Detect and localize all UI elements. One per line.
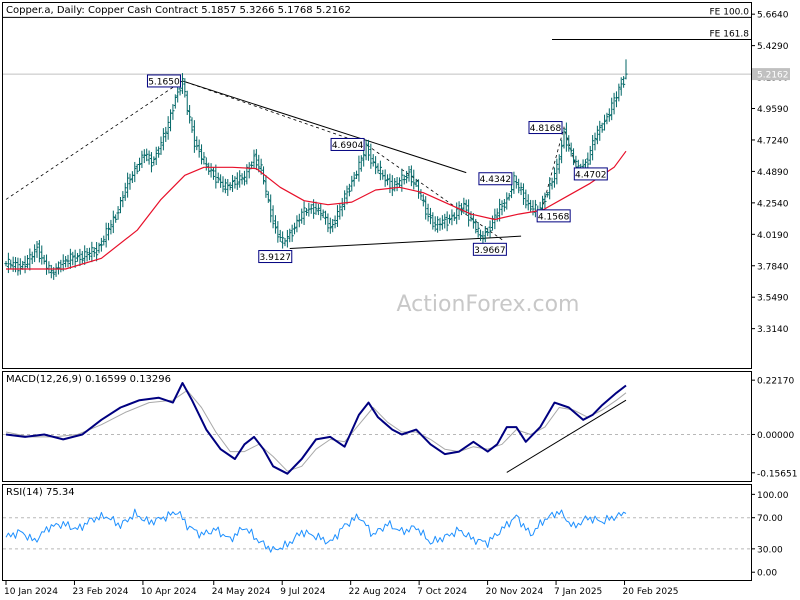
price-axis-tick-label: 3.7840 [757, 262, 789, 272]
price-label-text: 4.8168 [530, 124, 562, 134]
price-label: 3.9127 [258, 250, 293, 264]
price-label-text: 3.9127 [260, 253, 292, 263]
x-axis-tick-label: 20 Feb 2025 [623, 587, 679, 597]
price-axis-tick-label: 5.6640 [757, 11, 789, 21]
price-label: 4.1568 [536, 209, 571, 223]
price-label-text: 5.1650 [148, 77, 180, 87]
price-label-text: 4.4702 [575, 170, 607, 180]
macd-axis-tick-label: 0.22170 [757, 377, 794, 387]
fib-level-label: FE 100.0 [710, 7, 750, 17]
header-close: 5.2162 [316, 5, 351, 16]
price-label: 5.1650 [146, 74, 181, 88]
current-price-tag-text: 5.2162 [757, 71, 789, 81]
price-label-text: 3.9667 [474, 246, 506, 256]
header-low: 5.1768 [278, 5, 313, 16]
rsi-axis-tick-label: 0.00 [757, 569, 777, 579]
price-axis-tick-label: 5.4290 [757, 42, 789, 52]
price-axis-tick-label: 4.9590 [757, 105, 789, 115]
price-axis-tick-label: 4.2540 [757, 199, 789, 209]
x-axis-tick-label: 9 Jul 2024 [280, 587, 325, 597]
price-axis-tick-label: 4.4890 [757, 168, 789, 178]
fib-level-label: FE 161.8 [710, 29, 750, 39]
x-axis-tick-label: 24 May 2024 [212, 587, 271, 597]
macd-axis-tick-label: -0.15651 [757, 469, 797, 479]
x-axis-tick-label: 20 Nov 2024 [486, 587, 544, 597]
rsi-axis-tick-label: 100.00 [757, 491, 789, 501]
price-label-text: 4.1568 [538, 212, 570, 222]
x-axis-tick-label: 7 Jan 2025 [554, 587, 602, 597]
x-axis-tick-label: 10 Apr 2024 [141, 587, 197, 597]
macd-panel-title: MACD(12,26,9) 0.16599 0.13296 [6, 374, 171, 385]
price-axis-tick-label: 3.3140 [757, 325, 789, 335]
price-label: 4.4342 [478, 172, 513, 186]
chart-header: Copper.a, Daily: Copper Cash Contract 5.… [6, 5, 351, 16]
rsi-axis-tick-label: 70.00 [757, 514, 783, 524]
price-label: 4.4702 [573, 167, 608, 181]
x-axis-tick-label: 10 Jan 2024 [4, 587, 58, 597]
price-axis-tick-label: 4.7240 [757, 136, 789, 146]
header-timeframe: Daily [57, 5, 82, 16]
watermark: ActionForex.com [397, 292, 580, 317]
x-axis-tick-label: 22 Aug 2024 [349, 587, 407, 597]
header-high: 5.3266 [239, 5, 274, 16]
price-axis-tick-label: 3.5490 [757, 294, 789, 304]
x-axis-tick-label: 7 Oct 2024 [417, 587, 467, 597]
price-label-text: 4.6904 [332, 141, 364, 151]
macd-axis-tick-label: 0.00000 [757, 431, 794, 441]
x-axis-tick-label: 23 Feb 2024 [72, 587, 128, 597]
price-axis-tick-label: 4.0190 [757, 231, 789, 241]
price-label: 3.9667 [472, 242, 507, 256]
rsi-axis-tick-label: 30.00 [757, 545, 783, 555]
header-open: 5.1857 [201, 5, 236, 16]
price-label: 4.8168 [528, 121, 563, 135]
chart-canvas: ActionForex.com FE 100.0 FE 161.8 5.1650 4.… [0, 0, 800, 600]
price-label-text: 4.4342 [480, 175, 512, 185]
rsi-panel-title: RSI(14) 75.34 [6, 487, 75, 498]
header-instrument-name: Copper Cash Contract [88, 5, 198, 16]
price-label: 4.6904 [330, 137, 365, 151]
header-symbol: Copper.a [6, 5, 50, 16]
